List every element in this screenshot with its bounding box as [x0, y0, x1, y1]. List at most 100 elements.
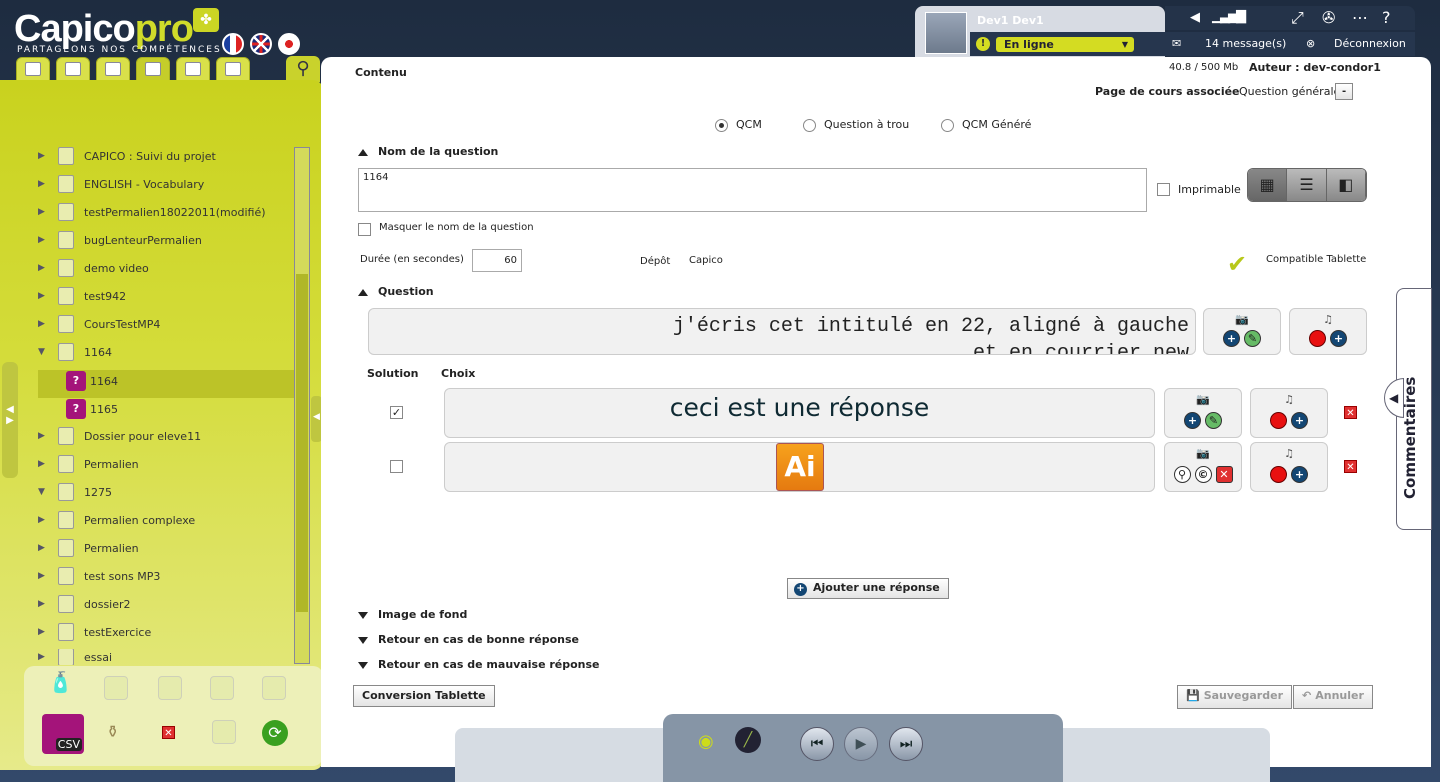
- type-gap-radio[interactable]: [803, 119, 816, 132]
- more-icon[interactable]: ⋯: [1352, 8, 1368, 27]
- draw-icon[interactable]: ✎: [1205, 411, 1222, 429]
- expand-icon: [358, 611, 368, 619]
- add-answer-button[interactable]: + Ajouter une réponse: [787, 578, 949, 599]
- question-text-area[interactable]: j'écris cet intitulé en 22, aligné à gau…: [368, 308, 1196, 355]
- collapse-left-handle[interactable]: ◀ ▶: [2, 362, 18, 478]
- tree-item[interactable]: ▶ dossier2: [38, 593, 131, 615]
- scrollbar-thumb[interactable]: [296, 274, 308, 612]
- list-layout-icon[interactable]: ☰: [1287, 169, 1327, 201]
- tree-item[interactable]: ▶ bugLenteurPermalien: [38, 229, 202, 251]
- tree-item[interactable]: ▶ test sons MP3: [38, 565, 160, 587]
- question-name-input[interactable]: 1164: [358, 168, 1147, 212]
- csv-import-icon[interactable]: CSV: [42, 714, 84, 754]
- delete-icon[interactable]: ✕: [162, 726, 175, 739]
- french-flag-icon[interactable]: [222, 33, 244, 55]
- tree-item[interactable]: ▶ essai: [38, 649, 112, 665]
- section-question-toggle[interactable]: Question: [358, 285, 434, 298]
- remove-image-icon[interactable]: ✕: [1215, 465, 1233, 483]
- help-icon[interactable]: ?: [1382, 8, 1391, 27]
- section-good-feedback-toggle[interactable]: Retour en cas de bonne réponse: [358, 633, 579, 646]
- logout-icon[interactable]: ⊗: [1306, 37, 1315, 50]
- fullscreen-icon[interactable]: ⤢: [1291, 8, 1304, 28]
- tree-scrollbar[interactable]: [294, 147, 310, 664]
- page-icon: [58, 343, 74, 361]
- tree-item[interactable]: ▶ CAPICO : Suivi du projet: [38, 145, 216, 167]
- tree-item-selected[interactable]: ? 1164: [66, 370, 118, 392]
- tree-item[interactable]: ▶ Dossier pour eleve11: [38, 425, 201, 447]
- last-icon[interactable]: ⏭: [889, 727, 923, 761]
- grid-layout-icon[interactable]: ▦: [1248, 169, 1288, 201]
- floppy-icon: 💾: [1186, 689, 1200, 702]
- add-image-icon[interactable]: +: [1223, 330, 1240, 347]
- nav-tab-library[interactable]: [56, 57, 90, 81]
- author-label: Auteur : dev-condor1: [1249, 61, 1381, 74]
- tree-item[interactable]: ▶ Permalien: [38, 537, 139, 559]
- record-icon[interactable]: [1309, 330, 1326, 347]
- status-select[interactable]: En ligne ▼: [996, 37, 1134, 52]
- zoom-icon[interactable]: ⚲: [1173, 465, 1191, 483]
- preview-eye-icon[interactable]: ◉: [698, 731, 714, 752]
- documents-icon: [185, 62, 201, 76]
- play-icon[interactable]: ▶: [844, 727, 878, 761]
- tree-item[interactable]: ▶ testExercice: [38, 621, 151, 643]
- mail-icon[interactable]: ✉: [1172, 37, 1181, 50]
- page-icon: [58, 567, 74, 585]
- nav-tab-chat[interactable]: [96, 57, 130, 81]
- section-name-toggle[interactable]: Nom de la question: [358, 145, 498, 158]
- tree-item[interactable]: ▶ CoursTestMP4: [38, 313, 160, 335]
- search-tab-icon[interactable]: ⚲: [286, 56, 320, 82]
- tree-item[interactable]: ▼ 1275: [38, 481, 112, 503]
- save-button[interactable]: 💾 Sauvegarder: [1177, 685, 1292, 709]
- nav-tab-courses[interactable]: [16, 57, 50, 81]
- nav-tab-documents[interactable]: [176, 57, 210, 81]
- section-bad-feedback-toggle[interactable]: Retour en cas de mauvaise réponse: [358, 658, 600, 671]
- logout-link[interactable]: Déconnexion: [1334, 37, 1406, 50]
- nav-tab-exercises[interactable]: [136, 57, 170, 81]
- tree-item[interactable]: ▶ Permalien complexe: [38, 509, 195, 531]
- linked-page-button[interactable]: -: [1335, 83, 1354, 100]
- pen-icon[interactable]: ╱: [735, 727, 761, 753]
- add-audio-icon[interactable]: +: [1291, 411, 1308, 429]
- add-user-icon[interactable]: 🧴: [48, 670, 82, 706]
- first-icon[interactable]: ⏮: [800, 727, 834, 761]
- volume-icon[interactable]: ◀: [1190, 10, 1200, 25]
- add-image-icon[interactable]: +: [1184, 411, 1201, 429]
- tree-item[interactable]: ▼ 1164: [38, 341, 112, 363]
- section-background-toggle[interactable]: Image de fond: [358, 608, 467, 621]
- type-qcm-radio[interactable]: [715, 119, 728, 132]
- add-audio-icon[interactable]: +: [1330, 330, 1347, 347]
- tree-item[interactable]: ? 1165: [66, 398, 118, 420]
- answer-1-delete-icon[interactable]: ✕: [1344, 406, 1357, 419]
- japan-flag-icon[interactable]: [278, 33, 300, 55]
- tree-item[interactable]: ▶ test942: [38, 285, 126, 307]
- linked-page-label: Page de cours associée: [1095, 85, 1240, 98]
- answer-2-delete-icon[interactable]: ✕: [1344, 460, 1357, 473]
- nav-tab-book[interactable]: [216, 57, 250, 81]
- expand-icon: [358, 661, 368, 669]
- cancel-button[interactable]: ↶ Annuler: [1293, 685, 1373, 709]
- add-audio-icon[interactable]: +: [1291, 465, 1308, 483]
- duration-input[interactable]: 60: [472, 249, 522, 272]
- stamp-icon[interactable]: ⚱: [106, 722, 126, 742]
- tree-item[interactable]: ▶ ENGLISH - Vocabulary: [38, 173, 204, 195]
- refresh-icon[interactable]: ⟳: [262, 720, 288, 746]
- answer-1-solution-checkbox[interactable]: ✓: [390, 406, 403, 419]
- tree-item[interactable]: ▶ demo video: [38, 257, 149, 279]
- record-icon[interactable]: [1270, 465, 1287, 483]
- split-layout-icon[interactable]: ◧: [1326, 169, 1366, 201]
- type-generated-radio[interactable]: [941, 119, 954, 132]
- tree-item[interactable]: ▶ Permalien: [38, 453, 139, 475]
- printable-checkbox[interactable]: [1157, 183, 1170, 196]
- record-icon[interactable]: [1270, 411, 1287, 429]
- answer-2-solution-checkbox[interactable]: [390, 460, 403, 473]
- illustrator-file-icon: Ai: [776, 443, 824, 491]
- tools-icon[interactable]: ✇: [1322, 8, 1335, 27]
- tree-item[interactable]: ▶ testPermalien18022011(modifié): [38, 201, 266, 223]
- tablet-convert-button[interactable]: Conversion Tablette: [353, 685, 495, 707]
- uk-flag-icon[interactable]: [250, 33, 272, 55]
- answer-1-text[interactable]: ceci est une réponse: [444, 388, 1155, 438]
- copyright-icon[interactable]: ©: [1194, 465, 1212, 483]
- hide-name-checkbox[interactable]: [358, 223, 371, 236]
- draw-icon[interactable]: ✎: [1244, 330, 1261, 347]
- messages-count[interactable]: 14 message(s): [1205, 37, 1286, 50]
